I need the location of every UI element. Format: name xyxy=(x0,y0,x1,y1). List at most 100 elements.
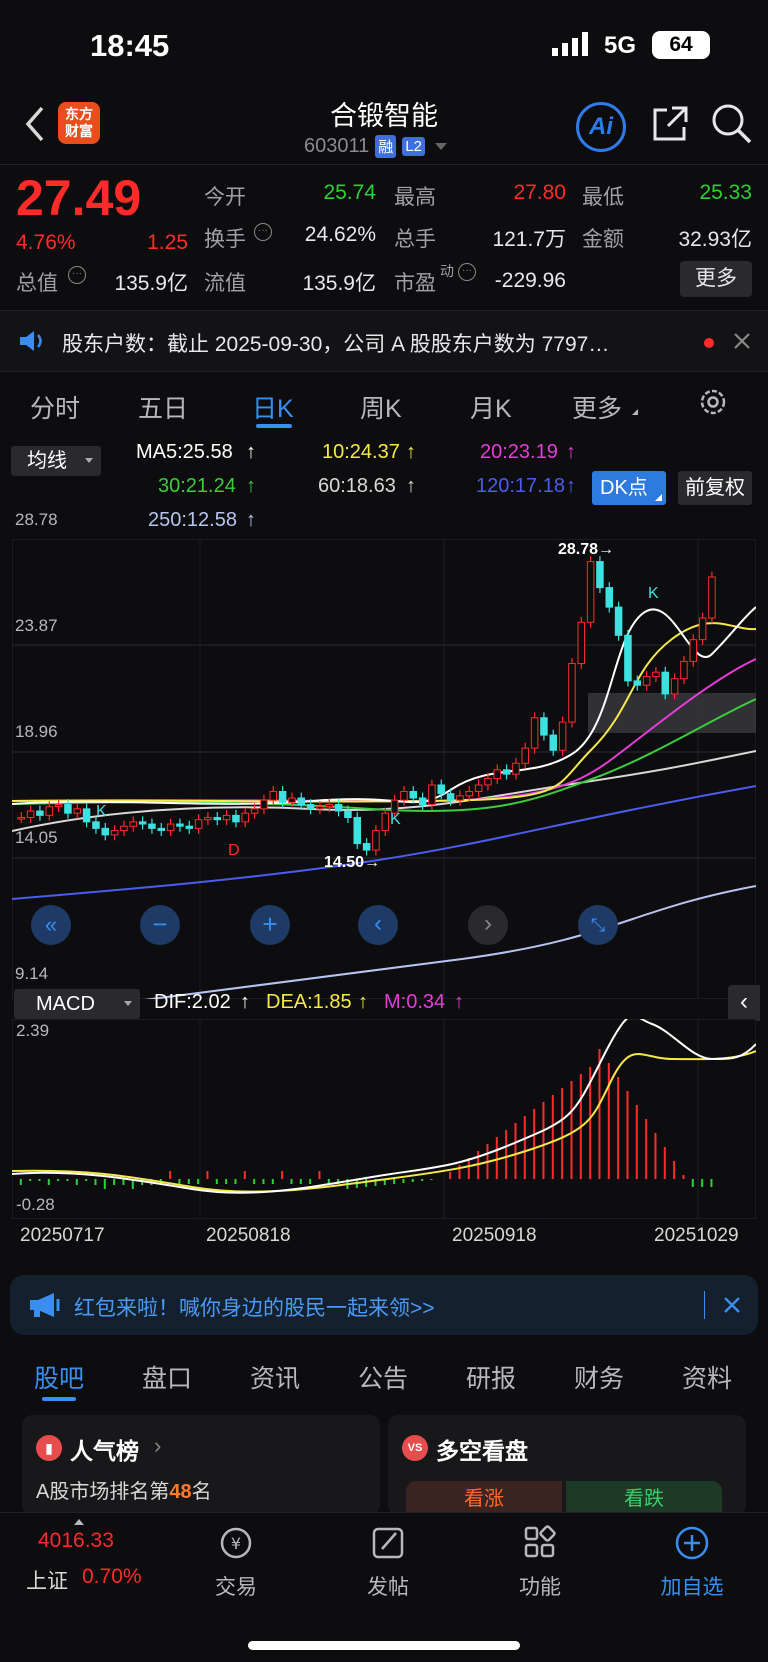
ai-button[interactable]: Ai xyxy=(576,102,626,152)
popularity-title: 人气榜 xyxy=(70,1438,139,1464)
dk-label: DK点 xyxy=(600,477,648,499)
candle xyxy=(708,576,716,619)
nav-functions[interactable]: 功能 xyxy=(480,1525,600,1601)
bull-button[interactable]: 看涨 xyxy=(406,1481,562,1515)
tab-news[interactable]: 资讯 xyxy=(250,1359,300,1395)
change-amount: 1.25 xyxy=(147,231,188,254)
macd-chart[interactable] xyxy=(12,1019,756,1219)
pe-superscript: 动 xyxy=(440,263,454,279)
l2-badge: L2 xyxy=(402,136,425,156)
ma20-arrow-icon: ↑ xyxy=(566,441,576,463)
more-button[interactable]: 更多 xyxy=(680,261,752,297)
candle xyxy=(278,790,287,803)
y-label-bottom: 9.14 xyxy=(15,964,49,983)
tab-daily-k[interactable]: 日K xyxy=(252,389,294,425)
candle xyxy=(176,823,184,827)
info-icon[interactable]: ··· xyxy=(68,266,86,284)
nav-add-watchlist[interactable]: 加自选 xyxy=(632,1525,752,1601)
candle xyxy=(661,671,670,695)
y-label-top: 28.78 xyxy=(15,510,58,529)
ma60-arrow-icon: ↑ xyxy=(406,475,416,497)
candle xyxy=(166,823,175,832)
signal-icon xyxy=(552,32,592,56)
float-value: 135.9亿 xyxy=(302,272,376,295)
bull-bear-card[interactable]: VS 多空看盘 看涨 看跌 xyxy=(388,1415,746,1515)
macd-bottom-label: -0.28 xyxy=(16,1195,55,1214)
candle xyxy=(54,804,63,808)
settings-icon[interactable] xyxy=(698,387,728,422)
search-icon[interactable] xyxy=(710,102,754,151)
high-value: 27.80 xyxy=(513,181,566,204)
candle xyxy=(194,819,203,829)
nav-trade[interactable]: ¥ 交易 xyxy=(176,1525,296,1601)
popularity-rank-text: A股市场排名第48名 xyxy=(36,1475,212,1504)
zoom-in-button[interactable]: + xyxy=(250,905,290,945)
info-icon[interactable]: ··· xyxy=(458,263,476,281)
vs-icon: VS xyxy=(402,1435,428,1461)
tab-five-day[interactable]: 五日 xyxy=(138,389,188,425)
total-value-label: 总值 xyxy=(16,272,58,295)
candle xyxy=(400,790,408,801)
candle xyxy=(493,769,502,779)
tab-weekly-k[interactable]: 周K xyxy=(360,389,402,425)
status-time: 18:45 xyxy=(90,28,170,63)
scroll-right-button[interactable]: › xyxy=(468,905,508,945)
candle xyxy=(269,790,278,801)
candle xyxy=(689,639,698,662)
popularity-card[interactable]: ▮ 人气榜 › A股市场排名第48名 xyxy=(22,1415,380,1515)
candle xyxy=(344,810,352,819)
stock-code-row[interactable]: 603011 融 L2 xyxy=(304,132,447,160)
candle xyxy=(82,808,91,823)
m-arrow-icon: ↑ xyxy=(454,991,464,1013)
fullscreen-button[interactable]: ⤡ xyxy=(578,905,618,945)
ma-select[interactable]: 均线 xyxy=(11,446,101,476)
candle xyxy=(353,817,362,845)
bottom-nav: 4016.33 上证 0.70% ¥ 交易 发帖 功能 加自选 xyxy=(0,1512,768,1662)
adjust-button[interactable]: 前复权 xyxy=(678,471,752,505)
tab-more[interactable]: 更多 xyxy=(572,389,622,425)
home-indicator xyxy=(248,1641,520,1650)
index-name: 上证 xyxy=(26,1570,68,1593)
candle xyxy=(241,812,250,823)
promo-banner[interactable]: 红包来啦！喊你身边的股民一起来领>> xyxy=(10,1275,758,1335)
share-icon[interactable] xyxy=(650,104,690,149)
stock-code: 603011 xyxy=(304,134,370,157)
tab-pankou[interactable]: 盘口 xyxy=(142,1359,192,1395)
candle xyxy=(372,830,380,851)
candle xyxy=(577,621,586,665)
nav-post[interactable]: 发帖 xyxy=(328,1525,448,1601)
tab-announcements[interactable]: 公告 xyxy=(358,1359,408,1395)
candle xyxy=(129,821,138,827)
tab-monthly-k[interactable]: 月K xyxy=(470,389,512,425)
bear-label: 看跌 xyxy=(624,1488,664,1510)
bear-button[interactable]: 看跌 xyxy=(566,1481,722,1515)
tab-profile[interactable]: 资料 xyxy=(682,1359,732,1395)
candle xyxy=(652,671,660,678)
collapse-panel-button[interactable]: ‹ xyxy=(728,985,760,1021)
close-icon[interactable] xyxy=(722,1295,742,1320)
dropdown-icon xyxy=(434,142,447,150)
candle xyxy=(446,793,455,801)
close-icon[interactable] xyxy=(732,331,752,356)
dk-button[interactable]: DK点 xyxy=(592,471,666,505)
m-label: M:0.34 xyxy=(384,991,446,1013)
current-price: 27.49 xyxy=(16,170,142,226)
candle xyxy=(64,804,72,814)
candle xyxy=(437,784,446,795)
date-label: 20250918 xyxy=(452,1225,537,1246)
macd-select[interactable]: MACD xyxy=(14,989,140,1019)
info-icon[interactable]: ··· xyxy=(254,223,272,241)
tab-guba[interactable]: 股吧 xyxy=(34,1359,84,1395)
tab-finance[interactable]: 财务 xyxy=(574,1359,624,1395)
notice-bar[interactable]: 股东户数：截止 2025-09-30，公司 A 股股东户数为 7797… xyxy=(0,310,768,372)
scroll-left-button[interactable]: ‹ xyxy=(358,905,398,945)
candle xyxy=(568,663,576,723)
zoom-out-button[interactable]: − xyxy=(140,905,180,945)
candle xyxy=(418,797,427,806)
candle xyxy=(260,799,268,810)
scroll-start-button[interactable]: « xyxy=(31,905,71,945)
tab-intraday[interactable]: 分时 xyxy=(30,389,80,425)
tab-research[interactable]: 研报 xyxy=(466,1359,516,1395)
chevron-right-icon: › xyxy=(154,1433,162,1458)
index-ticker[interactable]: 4016.33 上证 0.70% xyxy=(18,1513,168,1603)
